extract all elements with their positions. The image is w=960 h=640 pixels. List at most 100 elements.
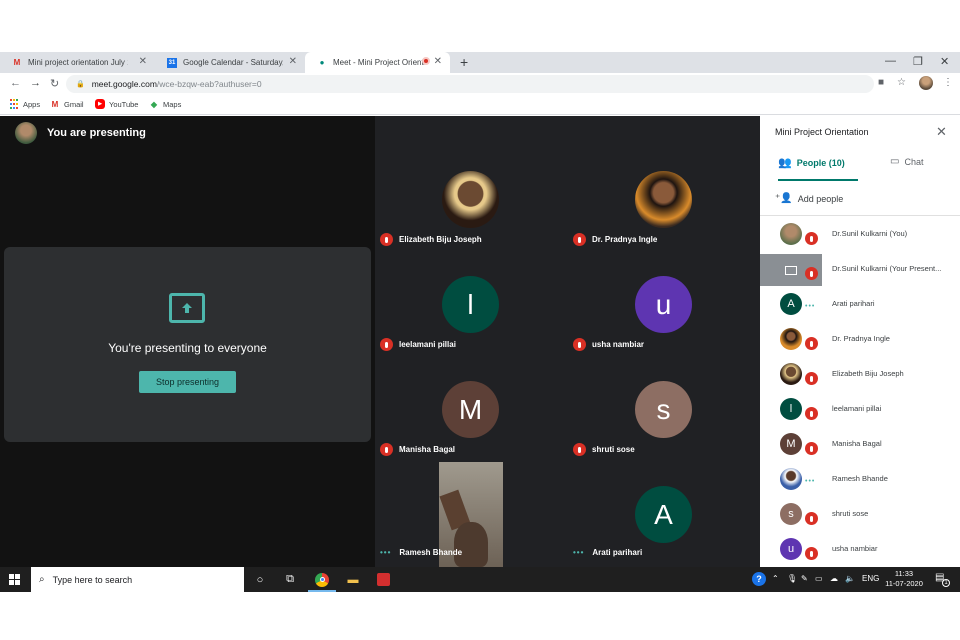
taskbar: ⌕ Type here to search ○ ⧉ ▬ ? ⌃ 🎙 ✎ ▭ ☁ … — [0, 567, 960, 592]
participant-name: Ramesh Bhande — [832, 474, 888, 483]
add-people-button[interactable]: ⁺👤 Add people — [775, 193, 843, 204]
gmail-icon: M — [13, 58, 21, 67]
tab-gmail[interactable]: M Mini project orientation July 11. ✕ — [0, 52, 155, 73]
mic-off-icon — [805, 407, 818, 420]
clock-date: 11-07-2020 — [885, 579, 923, 588]
participant-name: Manisha Bagal — [399, 445, 456, 454]
active-tab-indicator — [778, 179, 858, 181]
presenting-title: You are presenting — [47, 127, 146, 139]
tab-label: Meet - Mini Project Orientat — [333, 58, 425, 67]
tab-meet[interactable]: ● Meet - Mini Project Orientat ✕ — [305, 52, 450, 73]
meeting-title: Mini Project Orientation — [775, 127, 869, 137]
tab-label: Google Calendar - Saturday, July — [183, 58, 283, 67]
tab-label: People (10) — [796, 157, 845, 168]
list-item[interactable]: s shruti sose — [760, 497, 960, 532]
help-icon[interactable]: ? — [752, 572, 766, 586]
reload-icon[interactable]: ↻ — [50, 77, 59, 90]
file-explorer-icon[interactable]: ▬ — [344, 571, 362, 588]
microphone-icon[interactable]: 🎙 — [787, 574, 797, 583]
bookmark-maps[interactable]: ◆ Maps — [149, 99, 181, 109]
participant-tile[interactable]: ••• Ramesh Bhande — [375, 462, 567, 567]
participant-name: Elizabeth Biju Joseph — [399, 235, 482, 244]
pen-icon[interactable]: ✎ — [801, 574, 808, 583]
tab-label: Chat — [904, 156, 924, 167]
list-item[interactable]: Dr.Sunil Kulkarni (Your Present... — [760, 252, 960, 287]
tab-chat[interactable]: ▭ Chat — [890, 156, 923, 167]
close-icon[interactable]: ✕ — [139, 56, 147, 67]
taskbar-search-box[interactable]: ⌕ Type here to search — [31, 567, 244, 592]
participant-tile[interactable]: A ••• Arati parihari — [568, 462, 760, 567]
screen: M Mini project orientation July 11. ✕ 31… — [0, 0, 960, 640]
presenting-header: You are presenting — [15, 122, 146, 144]
bookmark-star-icon[interactable]: ☆ — [897, 77, 906, 88]
participant-tile[interactable]: s shruti sose — [568, 357, 760, 462]
participant-avatar — [635, 171, 692, 228]
mic-off-icon — [805, 267, 818, 280]
cloud-icon[interactable]: ☁ — [830, 574, 838, 583]
meet-stage: You are presenting You're presenting to … — [0, 116, 760, 567]
stop-presenting-button[interactable]: Stop presenting — [139, 371, 236, 393]
speaking-indicator-icon: ••• — [573, 548, 585, 557]
participant-avatar: s — [780, 503, 802, 525]
close-icon[interactable]: ✕ — [434, 56, 442, 67]
list-item[interactable]: Dr. Pradnya Ingle — [760, 322, 960, 357]
side-panel: Mini Project Orientation ✕ 👥 People (10)… — [760, 116, 960, 567]
tab-calendar[interactable]: 31 Google Calendar - Saturday, July ✕ — [155, 52, 305, 73]
chrome-icon[interactable] — [308, 571, 336, 592]
list-item[interactable]: u usha nambiar — [760, 532, 960, 567]
new-tab-button[interactable]: + — [460, 54, 468, 70]
clock[interactable]: 11:33 11-07-2020 — [884, 569, 924, 589]
tab-label: Mini project orientation July 11. — [28, 58, 128, 67]
participant-tile[interactable]: l leelamani pillai — [375, 252, 567, 357]
participant-avatar: u — [780, 538, 802, 560]
participant-name: shruti sose — [832, 509, 869, 518]
window-close-icon[interactable]: ✕ — [940, 55, 949, 68]
bookmark-gmail[interactable]: M Gmail — [50, 99, 84, 109]
windows-start-icon[interactable] — [9, 574, 20, 585]
participant-avatar: l — [442, 276, 499, 333]
mic-off-icon — [805, 372, 818, 385]
list-item[interactable]: ••• Ramesh Bhande — [760, 462, 960, 497]
bookmark-youtube[interactable]: ▶ YouTube — [95, 99, 138, 109]
participant-name: Dr. Pradnya Ingle — [592, 235, 658, 244]
volume-icon[interactable]: 🔈 — [845, 574, 855, 583]
menu-dots-icon[interactable]: ⋮ — [943, 77, 953, 88]
close-icon[interactable]: ✕ — [289, 56, 297, 67]
self-avatar — [15, 122, 37, 144]
forward-icon[interactable]: → — [30, 77, 41, 89]
participant-tile[interactable]: u usha nambiar — [568, 252, 760, 357]
participant-name: Elizabeth Biju Joseph — [832, 369, 904, 378]
list-item[interactable]: A ••• Arati parihari — [760, 287, 960, 322]
cortana-icon[interactable]: ○ — [251, 571, 269, 588]
bookmark-apps[interactable]: Apps — [9, 99, 40, 109]
language-indicator[interactable]: ENG — [862, 574, 879, 583]
task-view-icon[interactable]: ⧉ — [281, 571, 299, 588]
chevron-up-icon[interactable]: ⌃ — [772, 574, 779, 583]
camera-icon[interactable]: ■ — [878, 77, 884, 88]
profile-avatar[interactable] — [919, 76, 933, 90]
people-icon: 👥 — [778, 157, 792, 169]
list-item[interactable]: Dr.Sunil Kulkarni (You) — [760, 217, 960, 252]
present-screen-icon — [169, 293, 205, 323]
close-icon[interactable]: ✕ — [936, 124, 947, 140]
maximize-icon[interactable]: ❐ — [913, 55, 923, 68]
participant-tile[interactable]: Dr. Pradnya Ingle — [568, 147, 760, 252]
battery-icon[interactable]: ▭ — [815, 574, 823, 583]
participant-list: Dr.Sunil Kulkarni (You) Dr.Sunil Kulkarn… — [760, 217, 960, 567]
notification-count: 1 — [942, 579, 950, 587]
participant-tile[interactable]: M Manisha Bagal — [375, 357, 567, 462]
participant-avatar: s — [635, 381, 692, 438]
participant-avatar — [780, 468, 802, 490]
participant-name: Arati parihari — [592, 548, 643, 557]
back-icon[interactable]: ← — [10, 77, 21, 89]
participant-avatar: A — [635, 486, 692, 543]
list-item[interactable]: l leelamani pillai — [760, 392, 960, 427]
list-item[interactable]: Elizabeth Biju Joseph — [760, 357, 960, 392]
list-item[interactable]: M Manisha Bagal — [760, 427, 960, 462]
participant-tile[interactable]: Elizabeth Biju Joseph — [375, 147, 567, 252]
address-bar[interactable]: 🔒 meet.google.com/wce-bzqw-eab?authuser=… — [66, 75, 874, 93]
tab-people[interactable]: 👥 People (10) — [778, 156, 845, 169]
acrobat-icon[interactable] — [374, 571, 392, 588]
minimize-icon[interactable]: — — [885, 55, 896, 67]
speaking-indicator-icon: ••• — [805, 478, 816, 485]
